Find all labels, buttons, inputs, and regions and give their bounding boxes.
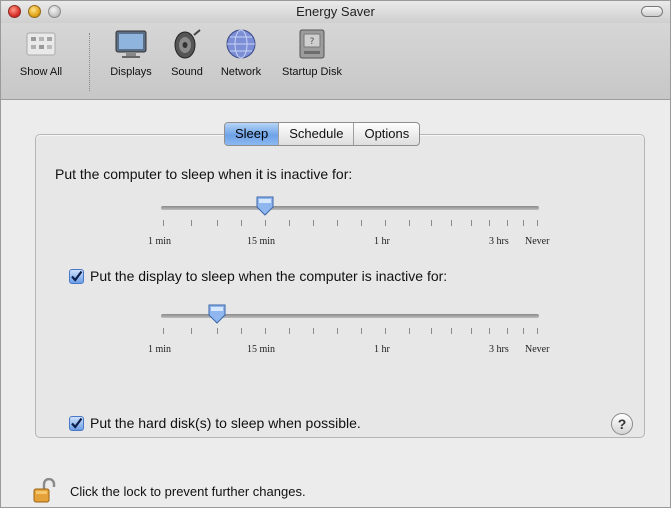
display-sleep-row[interactable]: Put the display to sleep when the comput…	[69, 268, 447, 284]
tick-label: 1 min	[148, 236, 172, 247]
computer-sleep-label: Put the computer to sleep when it is ina…	[55, 166, 353, 182]
toolbar-show-all[interactable]: Show All	[5, 27, 77, 78]
tick-label: 1 hr	[374, 236, 390, 247]
disk-sleep-label: Put the hard disk(s) to sleep when possi…	[90, 415, 361, 431]
toolbar-label: Network	[220, 66, 262, 78]
disk-sleep-checkbox[interactable]	[69, 415, 84, 431]
svg-text:?: ?	[310, 37, 315, 47]
slider-knob[interactable]	[208, 304, 226, 324]
help-button[interactable]: ?	[611, 413, 633, 435]
toolbar-displays[interactable]: Displays	[101, 27, 161, 78]
energy-saver-pane: Sleep Schedule Options Put the computer …	[1, 100, 670, 507]
tick-label: 3 hrs	[489, 344, 509, 355]
lock-message: Click the lock to prevent further change…	[70, 483, 306, 499]
display-sleep-slider[interactable]	[161, 301, 539, 341]
tick-label: Never	[525, 344, 550, 355]
toolbar-label: Sound	[171, 66, 203, 78]
toolbar-network[interactable]: Network	[212, 27, 270, 78]
toolbar-separator	[89, 33, 90, 91]
toolbar-toggle-button[interactable]	[641, 6, 663, 17]
title-bar[interactable]: Energy Saver	[1, 1, 670, 23]
lock-row: Click the lock to prevent further change…	[31, 477, 306, 504]
display-sleep-checkbox[interactable]	[69, 268, 84, 284]
grid-icon	[24, 27, 58, 61]
toolbar-startup-disk[interactable]: ? Startup Disk	[273, 27, 351, 78]
tab-options[interactable]: Options	[353, 123, 419, 145]
unlocked-padlock-icon[interactable]	[31, 477, 57, 504]
speaker-icon	[170, 27, 204, 61]
toolbar: Show All Displays Sound Network ? Startu…	[1, 23, 670, 100]
toolbar-label: Startup Disk	[282, 66, 342, 78]
display-sleep-label: Put the display to sleep when the comput…	[90, 268, 448, 284]
window-title: Energy Saver	[296, 4, 375, 19]
toolbar-label: Displays	[110, 66, 152, 78]
hard-disk-icon: ?	[295, 27, 329, 61]
slider-knob[interactable]	[256, 196, 274, 216]
tick-label: 3 hrs	[489, 236, 509, 247]
tick-label: Never	[525, 236, 550, 247]
toolbar-sound[interactable]: Sound	[163, 27, 211, 78]
disk-sleep-row[interactable]: Put the hard disk(s) to sleep when possi…	[69, 415, 361, 431]
tick-label: 15 min	[247, 236, 276, 247]
tick-label: 1 min	[148, 344, 172, 355]
settings-tabs: Sleep Schedule Options	[224, 122, 421, 146]
monitor-icon	[114, 27, 148, 61]
tick-label: 15 min	[247, 344, 276, 355]
slider-ticks	[161, 220, 539, 226]
tab-sleep[interactable]: Sleep	[225, 123, 279, 145]
tab-schedule[interactable]: Schedule	[278, 123, 353, 145]
globe-icon	[224, 27, 258, 61]
slider-track[interactable]	[161, 206, 539, 210]
slider-ticks	[161, 328, 539, 334]
tick-label: 1 hr	[374, 344, 390, 355]
toolbar-label: Show All	[19, 66, 63, 78]
computer-sleep-slider[interactable]	[161, 193, 539, 233]
energy-saver-window: Energy Saver Show All Displays Sound Net…	[0, 0, 671, 508]
